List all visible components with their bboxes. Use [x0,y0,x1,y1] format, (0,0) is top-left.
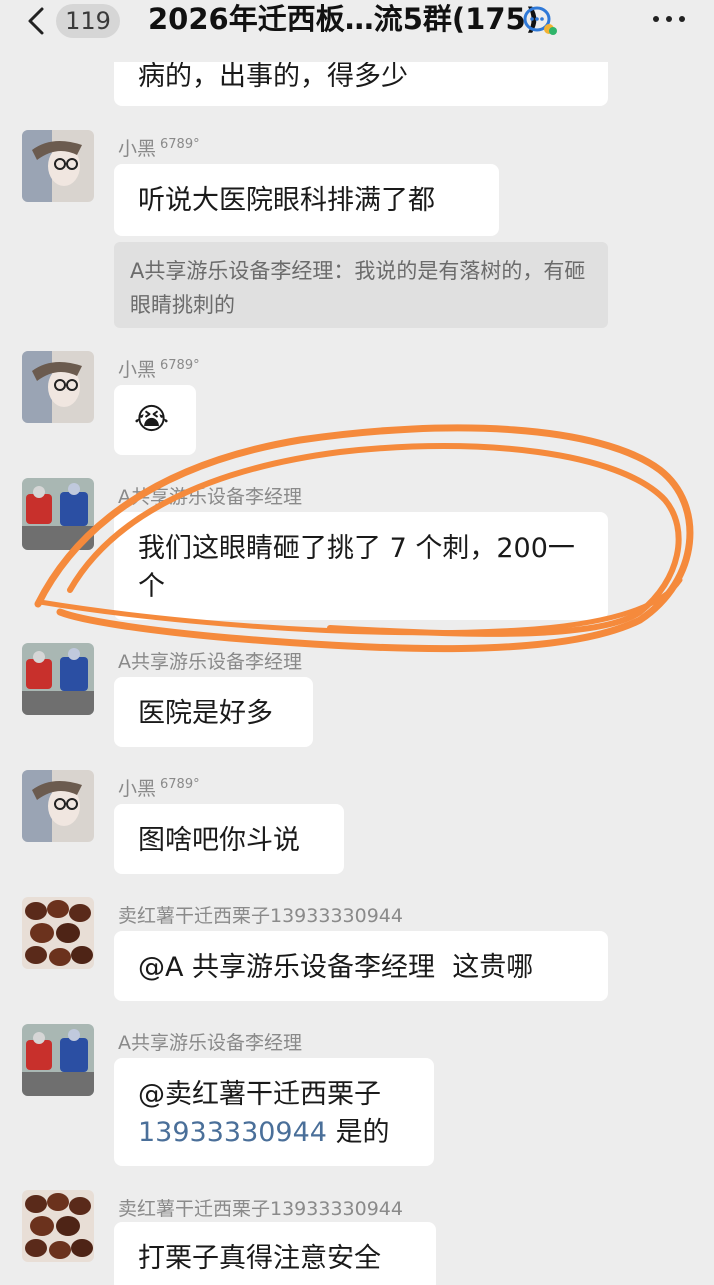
avatar-xiaohei[interactable] [22,770,94,842]
sender-name: 小黑 6789° [118,357,200,381]
mention-text[interactable]: @卖红薯干迁西栗子 [138,1079,381,1110]
message-text: 病的，出事的，得多少 [138,61,408,92]
message-bubble[interactable]: @卖红薯干迁西栗子 13933330944 是的 [114,1058,434,1166]
sender-name: A共享游乐设备李经理 [118,651,302,673]
sender-name: A共享游乐设备李经理 [118,1032,302,1054]
message-text: 图啥吧你斗说 [138,825,300,856]
quoted-message[interactable]: A共享游乐设备李经理：我说的是有落树的，有砸眼睛挑刺的 [114,242,608,328]
back-button[interactable] [22,6,52,36]
more-button[interactable] [648,6,692,32]
message-bubble[interactable]: 医院是好多 [114,677,313,747]
sender-name: 小黑 6789° [118,776,200,800]
avatar-li-manager[interactable] [22,478,94,550]
avatar-chestnut-seller[interactable] [22,1190,94,1262]
avatar-chestnut-seller[interactable] [22,897,94,969]
sender-tag: 6789° [160,357,200,373]
quote-text: A共享游乐设备李经理：我说的是有落树的，有砸眼睛挑刺的 [130,259,586,317]
message-bubble[interactable]: 图啥吧你斗说 [114,804,344,874]
crying-emoji: 😭 [134,402,170,437]
message-bubble[interactable]: 听说大医院眼科排满了都 [114,164,499,236]
avatar-xiaohei[interactable] [22,351,94,423]
avatar-xiaohei[interactable] [22,130,94,202]
sender-name: A共享游乐设备李经理 [118,486,302,508]
message-text: 这贵哪 [452,952,534,983]
sender-tag: 6789° [160,136,200,152]
mention-text[interactable]: @A 共享游乐设备李经理 [138,952,435,983]
sender-name: 小黑 6789° [118,136,200,160]
avatar-li-manager[interactable] [22,643,94,715]
message-bubble[interactable]: 😭 [114,385,196,455]
message-bubble[interactable]: 我们这眼睛砸了挑了 7 个刺，200一个 [114,512,608,620]
sender-tag: 6789° [160,776,200,792]
message-text: 我们这眼睛砸了挑了 7 个刺，200一个 [138,533,575,602]
message-text: 听说大医院眼科排满了都 [138,185,435,216]
phone-link[interactable]: 13933330944 [138,1117,327,1148]
more-dots-icon [653,16,685,22]
message-bubble[interactable]: @A 共享游乐设备李经理 这贵哪 [114,931,608,1001]
message-text: 打栗子真得注意安全 [138,1243,381,1274]
message-text: 医院是好多 [138,698,273,729]
unread-badge[interactable]: 119 [56,4,120,38]
chat-bubbles-icon [522,4,558,38]
chat-title[interactable]: 2026年迁西板…流5群(175) [148,0,539,40]
chevron-left-icon [28,7,44,35]
sender-name: 卖红薯干迁西栗子13933330944 [118,905,403,927]
avatar-li-manager[interactable] [22,1024,94,1096]
message-text: 是的 [335,1117,390,1148]
message-bubble[interactable]: 打栗子真得注意安全 [114,1222,436,1285]
top-bar: 119 2026年迁西板…流5群(175) [0,0,714,62]
sender-name: 卖红薯干迁西栗子13933330944 [118,1198,403,1220]
